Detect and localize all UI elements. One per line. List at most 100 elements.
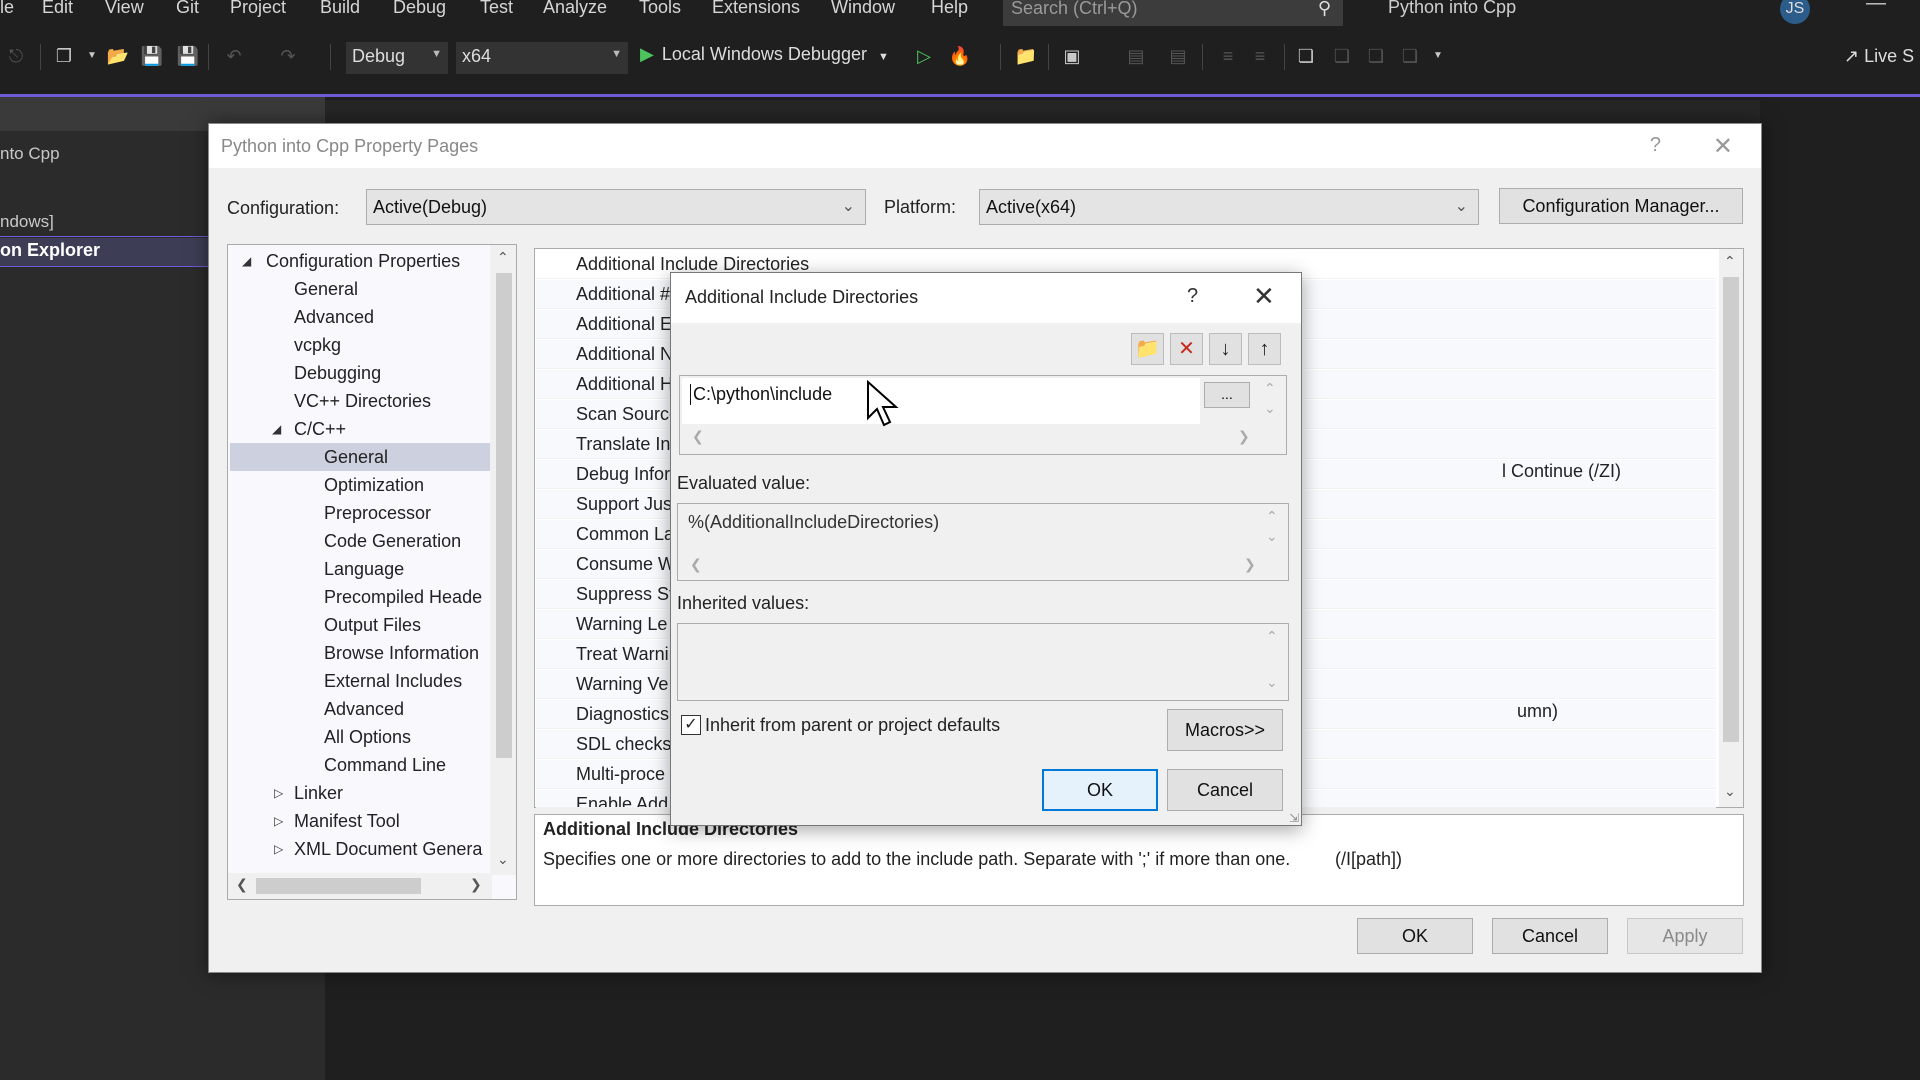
scroll-thumb[interactable] [496,273,512,758]
tree-item-general[interactable]: General [294,275,358,303]
include-cancel-button[interactable]: Cancel [1167,769,1283,811]
start-without-debugging-icon[interactable]: ▷ [912,44,936,68]
scroll-up-icon[interactable]: ⌃ [1266,508,1278,525]
directory-entry[interactable]: C:\python\include [690,384,832,405]
undo-icon[interactable]: ↶ [222,44,246,68]
macros-button[interactable]: Macros>> [1167,709,1283,751]
tree-vertical-scrollbar[interactable]: ⌃ ⌄ [490,245,516,875]
cancel-button[interactable]: Cancel [1492,918,1608,954]
collapsed-triangle-icon[interactable]: ▷ [274,835,283,863]
open-folder-icon[interactable]: 📂 [106,44,130,68]
expanded-triangle-icon[interactable]: ◢ [272,415,281,443]
scroll-down-icon[interactable]: ⌄ [1724,783,1736,800]
menu-analyze[interactable]: Analyze [543,0,607,18]
configuration-manager-button[interactable]: Configuration Manager... [1499,188,1743,224]
resize-grip-icon[interactable]: ⇲ [1289,811,1299,825]
menu-extensions[interactable]: Extensions [712,0,800,18]
tree-item-vcpkg[interactable]: vcpkg [294,331,341,359]
ok-button[interactable]: OK [1357,918,1473,954]
indent-icon[interactable]: ≡ [1216,44,1240,68]
inherit-checkbox[interactable]: ✓ [681,715,701,735]
tree-item-output-files[interactable]: Output Files [324,611,421,639]
tree-item-manifest-tool[interactable]: ▷ Manifest Tool [228,807,490,835]
tree-item-command-line[interactable]: Command Line [324,751,446,779]
new-line-button[interactable]: 📁 [1131,333,1164,365]
tree-item-precompiled-headers[interactable]: Precompiled Heade [324,583,482,611]
platform-dropdown[interactable]: Active(x64) ⌄ [979,189,1479,225]
include-ok-button[interactable]: OK [1042,769,1158,811]
tree-item-linker[interactable]: ▷ Linker [228,779,490,807]
menu-tools[interactable]: Tools [639,0,681,18]
bookmark-icon[interactable]: ❏ [1294,44,1318,68]
directory-entry-editor[interactable]: C:\python\include [682,378,1200,424]
tree-item-preprocessor[interactable]: Preprocessor [324,499,431,527]
platform-combo[interactable]: x64 ▼ [456,42,628,74]
dropdown-arrow-icon[interactable]: ▼ [80,44,104,68]
grid-vertical-scrollbar[interactable]: ⌃ ⌄ [1719,249,1743,807]
project-name[interactable]: nto Cpp [0,144,60,164]
tree-item-all-options[interactable]: All Options [324,723,411,751]
scroll-right-icon[interactable]: ❯ [1244,556,1256,573]
find-in-files-icon[interactable]: 📁 [1014,44,1038,68]
tree-item-optimization[interactable]: Optimization [324,471,424,499]
tree-item-c-cpp-general[interactable]: General [230,443,490,471]
tree-item-debugging[interactable]: Debugging [294,359,381,387]
menu-edit[interactable]: Edit [42,0,73,18]
toolbar-overflow-icon[interactable]: ▼ [1426,44,1450,68]
redo-icon[interactable]: ↷ [276,44,300,68]
scroll-left-icon[interactable]: ❮ [236,876,248,893]
tree-item-configuration-properties[interactable]: ◢ Configuration Properties [228,247,490,275]
scroll-up-icon[interactable]: ⌃ [1266,628,1278,645]
tree-item-c-cpp[interactable]: ◢ C/C++ [228,415,490,443]
browse-button[interactable]: ... [1204,382,1250,408]
save-icon[interactable]: 💾 [140,44,164,68]
menu-help[interactable]: Help [931,0,968,18]
close-button[interactable]: ✕ [1253,281,1275,312]
expanded-triangle-icon[interactable]: ◢ [242,247,251,275]
collapsed-triangle-icon[interactable]: ▷ [274,779,283,807]
configuration-dropdown[interactable]: Active(Debug) ⌄ [366,189,866,225]
scroll-left-icon[interactable]: ❮ [692,428,704,445]
configuration-combo[interactable]: Debug ▼ [346,42,448,74]
scroll-right-icon[interactable]: ❯ [1238,428,1250,445]
scroll-up-icon[interactable]: ⌃ [1724,253,1736,270]
tree-item-browse-information[interactable]: Browse Information [324,639,479,667]
tree-horizontal-scrollbar[interactable]: ❮ ❯ [228,873,492,899]
move-down-button[interactable]: ↓ [1209,333,1242,365]
tab-solution-explorer[interactable]: on Explorer [0,238,208,266]
scroll-down-icon[interactable]: ⌄ [1264,400,1276,417]
menu-debug[interactable]: Debug [393,0,446,18]
new-project-icon[interactable]: ❐ [52,44,76,68]
tree-item-code-generation[interactable]: Code Generation [324,527,461,555]
help-button[interactable]: ? [1187,285,1198,308]
close-button[interactable]: ✕ [1713,132,1733,161]
tree-item-vc-directories[interactable]: VC++ Directories [294,387,431,415]
uncomment-icon[interactable]: ▤ [1166,44,1190,68]
minimize-button[interactable]: — [1866,0,1886,15]
scroll-thumb[interactable] [256,878,421,894]
scroll-left-icon[interactable]: ❮ [690,556,702,573]
menu-view[interactable]: View [105,0,144,18]
navigate-back-icon[interactable]: ⎋ [4,44,28,68]
outdent-icon[interactable]: ≡ [1248,44,1272,68]
inherit-checkbox-label[interactable]: Inherit from parent or project defaults [705,715,1000,736]
menu-project[interactable]: Project [230,0,286,18]
scroll-down-icon[interactable]: ⌄ [497,851,509,868]
next-bookmark-icon[interactable]: ❏ [1364,44,1388,68]
menu-window[interactable]: Window [831,0,895,18]
scroll-down-icon[interactable]: ⌄ [1266,528,1278,545]
scroll-down-icon[interactable]: ⌄ [1266,674,1278,691]
live-share-button[interactable]: ↗ Live S [1844,46,1914,67]
tree-item-c-cpp-advanced[interactable]: Advanced [324,695,404,723]
search-box[interactable]: Search (Ctrl+Q) ⚲ [1003,0,1343,26]
move-up-button[interactable]: ↑ [1248,333,1281,365]
comment-icon[interactable]: ▤ [1124,44,1148,68]
tree-item-xml-document-generator[interactable]: ▷ XML Document Genera [228,835,490,863]
window-layout-icon[interactable]: ▣ [1060,44,1084,68]
clear-bookmarks-icon[interactable]: ❏ [1398,44,1422,68]
menu-git[interactable]: Git [176,0,199,18]
delete-button[interactable]: ✕ [1170,333,1203,365]
scroll-right-icon[interactable]: ❯ [470,876,482,893]
apply-button[interactable]: Apply [1627,918,1743,954]
previous-bookmark-icon[interactable]: ❏ [1330,44,1354,68]
